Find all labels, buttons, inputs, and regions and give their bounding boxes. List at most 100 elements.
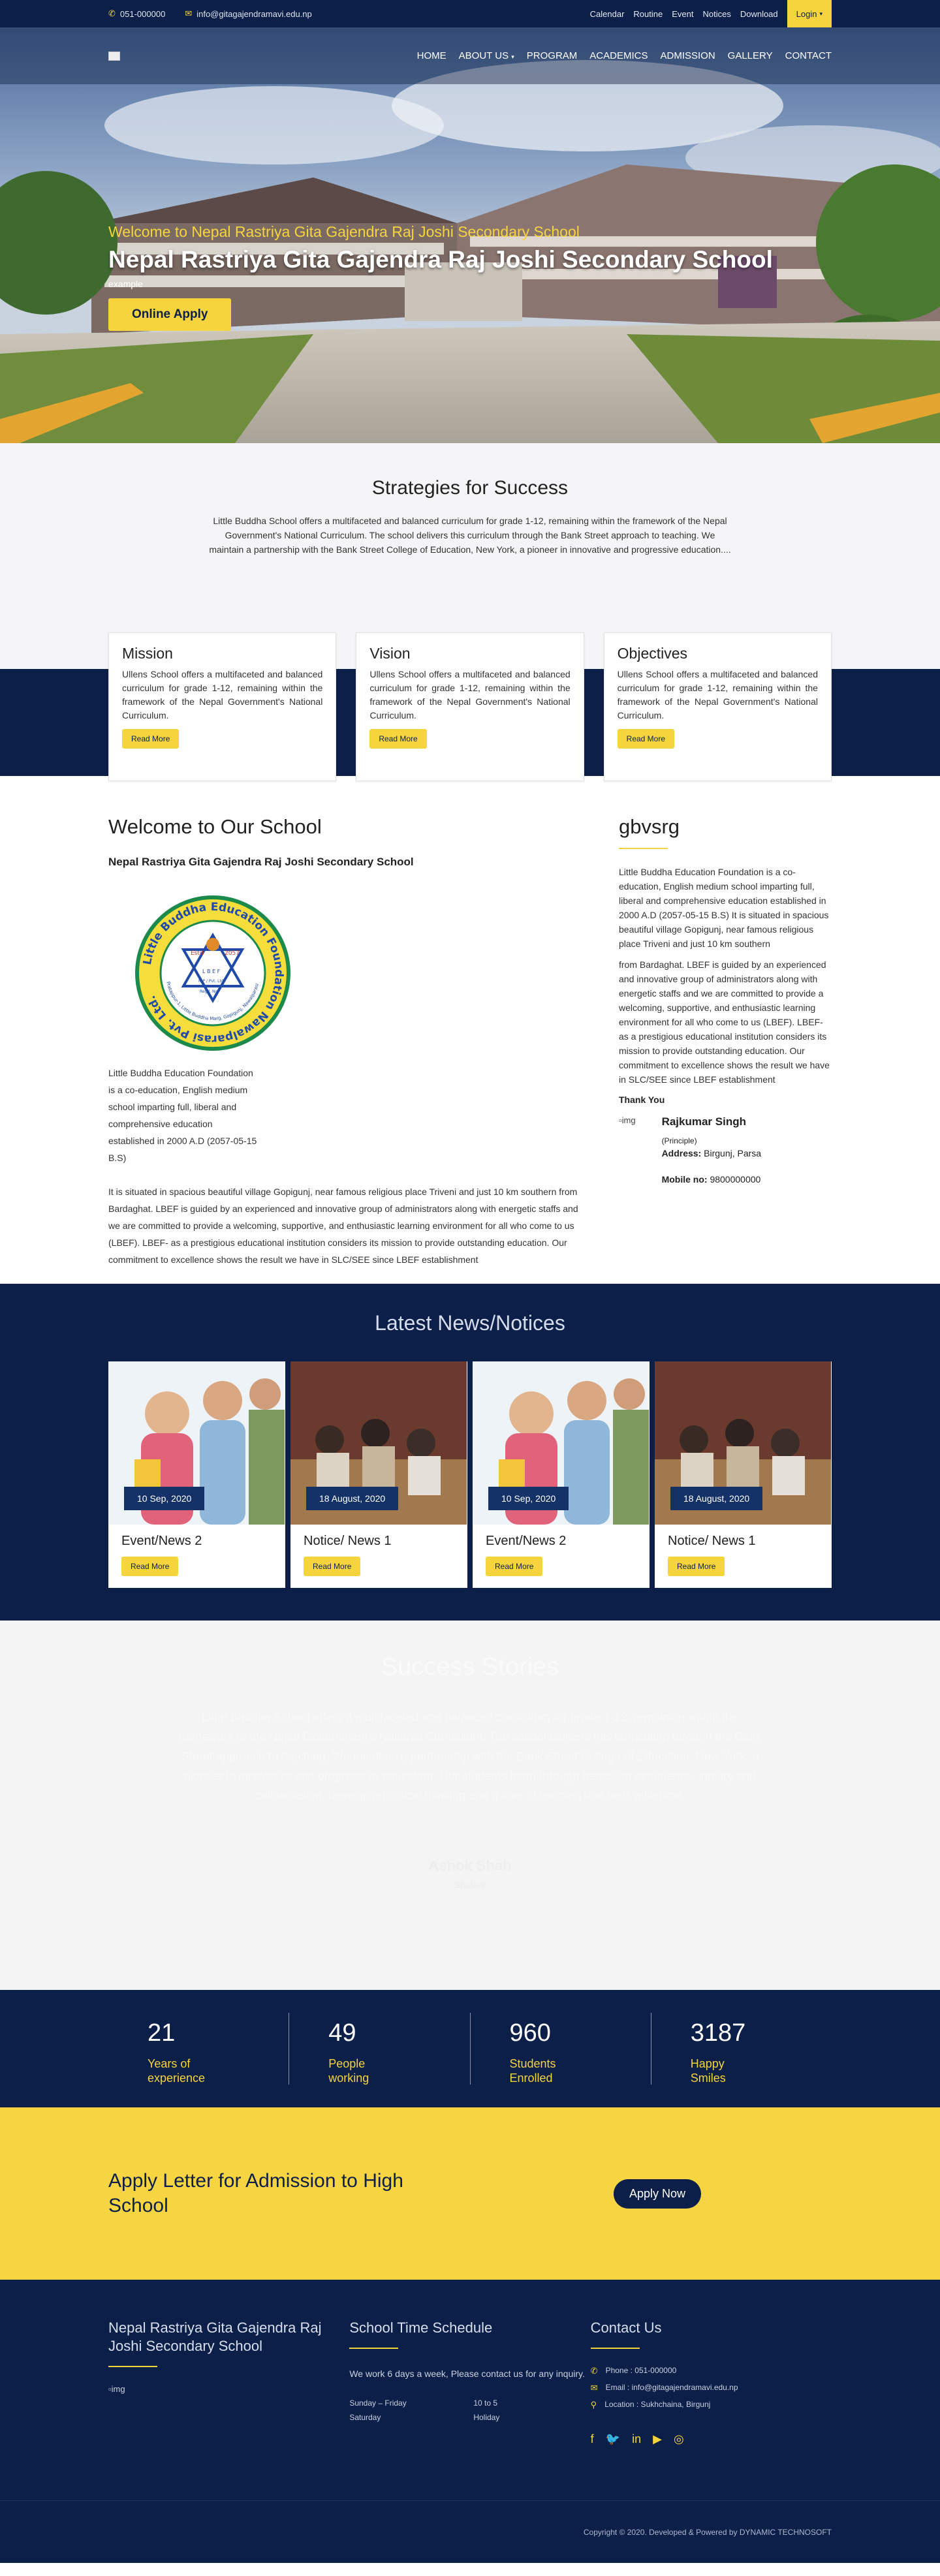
social-links: f 🐦 in ▶ ◎ <box>591 2432 832 2446</box>
svg-text:Estd: Estd <box>191 950 204 957</box>
news-section: Latest News/Notices 10 Sep, 2020 Event/N… <box>0 1284 940 1621</box>
svg-text:Regd. No.: Regd. No. <box>200 989 219 994</box>
contact-location: ⚲ Location : Sukhchaina, Birgunj <box>590 2400 711 2410</box>
footer-contact: Contact Us ✆ Phone : 051-000000 ✉ Email : … <box>590 2319 832 2446</box>
objectives-card: Objectives Ullens School offers a multif… <box>603 632 832 781</box>
stat-students: 960 Students Enrolled <box>471 2013 651 2085</box>
nav-contact[interactable]: CONTACT <box>785 50 832 61</box>
principal-role: (Principle) <box>661 1136 697 1145</box>
instagram-icon[interactable]: ◎ <box>674 2432 684 2446</box>
chevron-down-icon: ▾ <box>819 10 822 17</box>
top-bar: ✆ 051-000000 ✉ info@gitagajendramavi.edu.n… <box>0 0 940 27</box>
welcome-paragraph-2: It is situated in spacious beautiful vil… <box>108 1187 578 1265</box>
news-card-title[interactable]: Event/News 2 <box>486 1534 636 1549</box>
card-title: Objectives <box>617 645 688 662</box>
mission-card: Mission Ullens School offers a multiface… <box>108 632 337 781</box>
svg-text:N.P / Pvt. Ltd.: N.P / Pvt. Ltd. <box>198 979 225 984</box>
copyright-bar: Copyright © 2020. Developed & Powered by… <box>0 2500 940 2563</box>
schedule-title: School Time Schedule <box>349 2320 493 2336</box>
principal-address: Address: Birgunj, Parsa <box>661 1148 762 1158</box>
title-underline <box>619 848 668 849</box>
phone-info[interactable]: ✆ 051-000000 <box>108 8 165 19</box>
apply-now-button[interactable]: Apply Now <box>613 2179 701 2209</box>
strategies-section: Strategies for Success Little Buddha Sch… <box>0 443 940 639</box>
contact-email[interactable]: ✉ Email : info@gitagajendramavi.edu.np <box>591 2383 832 2393</box>
online-apply-button[interactable]: Online Apply <box>108 298 232 331</box>
facebook-icon[interactable]: f <box>591 2432 594 2446</box>
school-logo[interactable] <box>108 51 120 61</box>
linkedin-icon[interactable]: in <box>632 2432 641 2446</box>
read-more-button[interactable]: Read More <box>304 1557 361 1576</box>
envelope-icon: ✉ <box>590 2383 598 2393</box>
contact-title: Contact Us <box>590 2320 662 2336</box>
welcome-title: Welcome to Our School <box>108 815 322 838</box>
svg-text:2057: 2057 <box>225 950 240 957</box>
footer-schedule: School Time Schedule We work 6 days a we… <box>349 2319 590 2446</box>
hero-banner: HOME ABOUT US ▾ PROGRAM ACADEMICS ADMISS… <box>0 27 940 443</box>
read-more-button[interactable]: Read More <box>617 729 675 749</box>
contact-phone[interactable]: ✆ Phone : 051-000000 <box>591 2366 832 2376</box>
topbar-link-routine[interactable]: Routine <box>633 9 663 19</box>
admission-title: Apply Letter for Admission to High Schoo… <box>108 2170 403 2216</box>
topbar-link-download[interactable]: Download <box>740 9 778 19</box>
footer: Nepal Rastriya Gita Gajendra Raj Joshi S… <box>0 2280 940 2500</box>
news-card-title[interactable]: Notice/ News 1 <box>668 1534 819 1549</box>
welcome-main: Welcome to Our School Nepal Rastriya Git… <box>108 815 586 1268</box>
schedule-table: Sunday – Friday 10 to 5 Saturday Holiday <box>349 2398 500 2422</box>
main-menu: HOME ABOUT US ▾ PROGRAM ACADEMICS ADMISS… <box>417 50 832 61</box>
principal-photo: ▫img <box>619 1115 636 1125</box>
nav-about-us[interactable]: ABOUT US ▾ <box>459 50 514 61</box>
news-card[interactable]: 10 Sep, 2020 Event/News 2 Read More <box>108 1361 285 1588</box>
stats-section: 21 Years of experience 49 People working 9… <box>0 1990 940 2107</box>
nav-program[interactable]: PROGRAM <box>527 50 578 61</box>
topbar-link-notices[interactable]: Notices <box>702 9 730 19</box>
twitter-icon[interactable]: 🐦 <box>606 2432 620 2446</box>
chevron-down-icon: ▾ <box>511 54 514 60</box>
read-more-button[interactable]: Read More <box>486 1557 543 1576</box>
welcome-section: Welcome to Our School Nepal Rastriya Git… <box>0 776 940 1284</box>
nav-gallery[interactable]: GALLERY <box>728 50 773 61</box>
read-more-button[interactable]: Read More <box>369 729 427 749</box>
news-date: 10 Sep, 2020 <box>124 1487 205 1510</box>
sidebar-paragraph-2: from Bardaghat. LBEF is guided by an exp… <box>619 959 830 1085</box>
read-more-button[interactable]: Read More <box>668 1557 725 1576</box>
footer-about: Nepal Rastriya Gita Gajendra Raj Joshi S… <box>108 2319 349 2446</box>
nav-home[interactable]: HOME <box>417 50 446 61</box>
news-card[interactable]: 18 August, 2020 Notice/ News 1 Read More <box>655 1361 832 1588</box>
news-photo-classroom: 18 August, 2020 <box>290 1361 467 1525</box>
nav-academics[interactable]: ACADEMICS <box>589 50 648 61</box>
main-navbar: HOME ABOUT US ▾ PROGRAM ACADEMICS ADMISS… <box>0 27 940 84</box>
title-underline <box>590 2348 640 2349</box>
read-more-button[interactable]: Read More <box>122 729 180 749</box>
news-card[interactable]: 18 August, 2020 Notice/ News 1 Read More <box>290 1361 467 1588</box>
principal-name: Rajkumar Singh <box>661 1115 746 1128</box>
welcome-school-name: Nepal Rastriya Gita Gajendra Raj Joshi S… <box>108 856 414 868</box>
stat-smiles: 3187 Happy Smiles <box>690 2019 746 2085</box>
youtube-icon[interactable]: ▶ <box>653 2432 662 2446</box>
footer-school-name: Nepal Rastriya Gita Gajendra Raj Joshi S… <box>108 2320 322 2354</box>
news-photo-students: 10 Sep, 2020 <box>108 1361 285 1525</box>
title-underline <box>108 2366 157 2367</box>
success-title: Success Stories <box>381 1653 559 1681</box>
topbar-link-calendar[interactable]: Calendar <box>590 9 625 19</box>
card-title: Mission <box>122 645 173 662</box>
admission-banner: Apply Letter for Admission to High Schoo… <box>0 2107 940 2280</box>
card-title: Vision <box>369 645 411 662</box>
phone-icon: ✆ <box>108 8 116 18</box>
news-card-title[interactable]: Event/News 2 <box>121 1534 272 1549</box>
nav-admission[interactable]: ADMISSION <box>660 50 715 61</box>
vision-card: Vision Ullens School offers a multifacet… <box>356 632 584 781</box>
news-date: 18 August, 2020 <box>306 1487 399 1510</box>
login-button[interactable]: Login ▾ <box>787 0 832 27</box>
read-more-button[interactable]: Read More <box>121 1557 179 1576</box>
news-card[interactable]: 10 Sep, 2020 Event/News 2 Read More <box>473 1361 650 1588</box>
success-stories-section: Success Stories Little Buddha School off… <box>0 1621 940 1990</box>
hero-subtitle: Welcome to Nepal Rastriya Gita Gajendra … <box>108 223 580 240</box>
topbar-link-event[interactable]: Event <box>672 9 693 19</box>
email-info[interactable]: ✉ info@gitagajendramavi.edu.np <box>185 8 311 19</box>
hero-title: Nepal Rastriya Gita Gajendra Raj Joshi S… <box>108 246 773 273</box>
card-text: Ullens School offers a multifaceted and … <box>617 669 818 721</box>
sidebar-paragraph-1: Little Buddha Education Foundation is a … <box>619 867 829 949</box>
news-card-title[interactable]: Notice/ News 1 <box>304 1534 454 1549</box>
schedule-text: We work 6 days a week, Please contact us… <box>349 2368 585 2379</box>
